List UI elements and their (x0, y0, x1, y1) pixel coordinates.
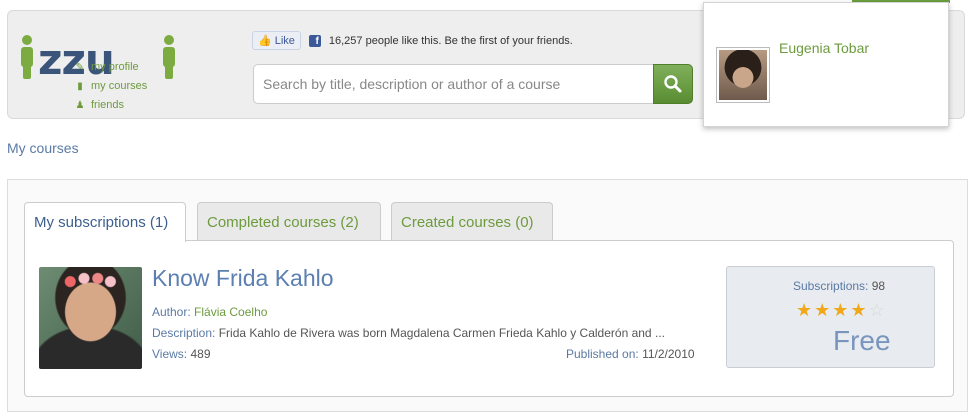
search-input[interactable]: Search by title, description or author o… (253, 64, 655, 104)
course-published-date: 11/2/2010 (642, 347, 695, 361)
course-views-row: Views: 489 (152, 347, 211, 361)
my-profile-link[interactable]: ✎ my profile (74, 61, 139, 73)
thumbs-up-icon: 👍 (258, 35, 272, 47)
friends-label: friends (91, 99, 125, 111)
my-courses-link[interactable]: ▮ my courses (74, 80, 147, 92)
course-author-row: Author: Flávia Coelho (152, 305, 267, 319)
people-icon: ♟ (75, 99, 85, 111)
author-label: Author: (152, 305, 191, 319)
friends-link[interactable]: ♟ friends (74, 99, 125, 111)
tab-my-subscriptions[interactable]: My subscriptions (1) (24, 202, 186, 242)
izzui-logo[interactable]: zzu (18, 34, 178, 80)
search-button[interactable] (653, 64, 693, 104)
facebook-icon: f (308, 34, 321, 47)
user-name[interactable]: Eugenia Tobar (779, 40, 869, 56)
star-empty-icon[interactable]: ☆ (869, 301, 885, 321)
profile-dropdown: Eugenia Tobar (703, 2, 949, 127)
published-label: Published on: (566, 347, 639, 361)
subscriptions-count: 98 (871, 279, 886, 293)
breadcrumb[interactable]: My courses (7, 140, 79, 156)
course-description: Frida Kahlo de Rivera was born Magdalena… (218, 326, 665, 340)
views-label: Views: (152, 347, 188, 361)
my-profile-label: my profile (91, 61, 139, 73)
tab-created-courses[interactable]: Created courses (0) (391, 202, 553, 241)
facebook-like-row: 👍 Like f 16,257 people like this. Be the… (252, 31, 573, 50)
course-author-link[interactable]: Flávia Coelho (194, 305, 267, 319)
course-published-row: Published on: 11/2/2010 (566, 347, 695, 361)
course-thumbnail-flowers (62, 272, 117, 288)
facebook-like-button[interactable]: 👍 Like (252, 31, 301, 50)
star-filled-icon[interactable]: ★ (850, 301, 866, 321)
like-button-label: Like (274, 34, 295, 47)
book-icon: ▮ (77, 80, 83, 92)
facebook-like-count: 16,257 people like this. Be the first of… (328, 34, 573, 47)
svg-text:zzu: zzu (38, 35, 114, 80)
star-filled-icon[interactable]: ★ (832, 301, 848, 321)
description-label: Description: (152, 326, 216, 340)
my-courses-label: my courses (91, 80, 148, 92)
search-icon (664, 75, 682, 93)
avatar[interactable] (716, 47, 770, 103)
course-title[interactable]: Know Frida Kahlo (152, 265, 334, 292)
star-filled-icon[interactable]: ★ (796, 301, 812, 321)
course-description-row: Description: Frida Kahlo de Rivera was b… (152, 326, 665, 340)
star-filled-icon[interactable]: ★ (814, 301, 830, 321)
rating-stars[interactable]: ★ ★ ★ ★ ☆ (796, 301, 885, 321)
course-views: 489 (190, 347, 211, 361)
course-price: Free (833, 325, 891, 356)
subscriptions-label: Subscriptions: (793, 279, 869, 293)
subscriptions-row: Subscriptions: 98 (793, 279, 885, 293)
tab-completed-courses[interactable]: Completed courses (2) (197, 202, 381, 241)
pencil-icon: ✎ (75, 61, 85, 73)
